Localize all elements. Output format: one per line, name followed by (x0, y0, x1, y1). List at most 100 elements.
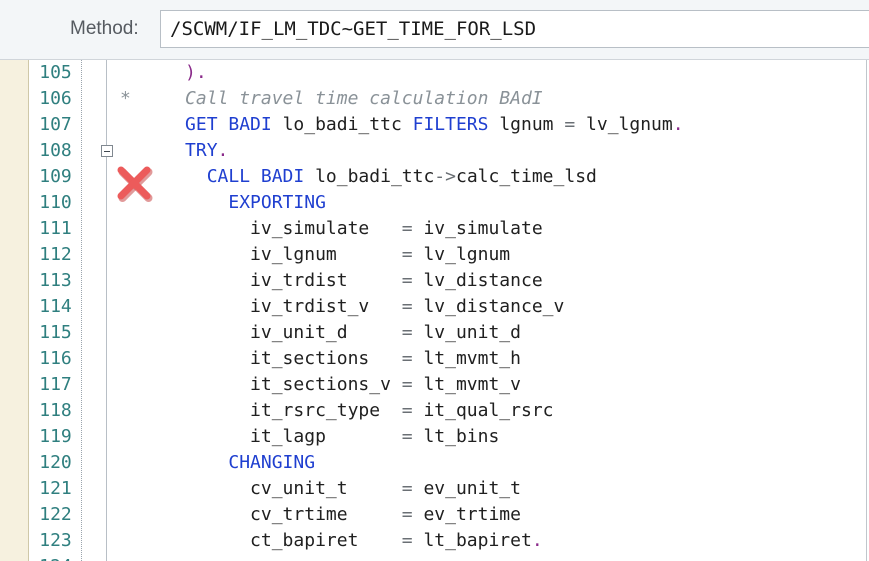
method-header: Method: /SCWM/IF_LM_TDC~GET_TIME_FOR_LSD (0, 0, 869, 60)
code-line[interactable]: 119 it_lagp = lt_bins (0, 424, 869, 450)
line-number: 119 (39, 426, 72, 447)
code-token: it_sections (120, 348, 402, 369)
code-token: = (401, 322, 413, 343)
code-text: it_sections_v = lt_mvmt_v (120, 372, 521, 398)
line-number: 122 (39, 504, 72, 525)
code-line[interactable]: 120 CHANGING (0, 450, 869, 476)
code-text: it_sections = lt_mvmt_h (120, 346, 521, 372)
code-line[interactable]: 122 cv_trtime = ev_trtime (0, 502, 869, 528)
line-number: 107 (39, 114, 72, 135)
code-line[interactable]: 114 iv_trdist_v = lv_distance_v (0, 294, 869, 320)
error-marker-icon (117, 166, 153, 202)
code-line[interactable]: 111 iv_simulate = iv_simulate (0, 216, 869, 242)
code-token: GET BADI (185, 114, 272, 135)
line-number: 110 (39, 192, 72, 213)
line-number: 111 (39, 218, 72, 239)
code-text: CALL BADI lo_badi_ttc->calc_time_lsd (120, 164, 597, 190)
code-token: it_rsrc_type (120, 400, 402, 421)
line-number: 116 (39, 348, 72, 369)
code-token: it_sections_v (120, 374, 402, 395)
code-token: it_lagp (120, 426, 402, 447)
code-token: lt_mvmt_h (412, 348, 521, 369)
code-line[interactable]: 113 iv_trdist = lv_distance (0, 268, 869, 294)
line-number: 109 (39, 166, 72, 187)
code-token: CHANGING (228, 452, 316, 473)
code-token: lt_bins (412, 426, 500, 447)
code-line[interactable]: 115 iv_unit_d = lv_unit_d (0, 320, 869, 346)
code-text: it_lagp = lt_bins (120, 424, 499, 450)
code-token: TRY (185, 140, 218, 161)
line-number: 117 (39, 374, 72, 395)
code-line[interactable]: 121 cv_unit_t = ev_unit_t (0, 476, 869, 502)
code-token: CALL BADI (206, 166, 305, 187)
code-token: = (401, 296, 413, 317)
code-line[interactable]: 118 it_rsrc_type = it_qual_rsrc (0, 398, 869, 424)
line-number: 115 (39, 322, 72, 343)
code-line[interactable]: 124 (0, 554, 869, 561)
code-text: it_rsrc_type = it_qual_rsrc (120, 398, 554, 424)
code-text: iv_trdist_v = lv_distance_v (120, 294, 564, 320)
code-token: lv_lgnum (412, 244, 511, 265)
code-editor[interactable]: 105 ). 106 * Call travel time calculation … (0, 60, 869, 561)
code-line[interactable]: 112 iv_lgnum = lv_lgnum (0, 242, 869, 268)
line-number: 120 (39, 452, 72, 473)
code-token: . (672, 114, 684, 135)
code-line[interactable]: 107 GET BADI lo_badi_ttc FILTERS lgnum =… (0, 112, 869, 138)
code-token: = (401, 478, 413, 499)
code-token: iv_simulate (412, 218, 543, 239)
code-token: iv_simulate (120, 218, 402, 239)
code-token: it_qual_rsrc (412, 400, 554, 421)
method-label: Method: (70, 18, 139, 39)
line-number: 118 (39, 400, 72, 421)
code-token: = (401, 426, 413, 447)
code-text: ct_bapiret = lt_bapiret. (120, 528, 543, 554)
code-token: = (401, 348, 413, 369)
code-text: CHANGING (120, 450, 315, 476)
code-token: -> (434, 166, 456, 187)
code-token: ). (185, 62, 207, 83)
code-line[interactable]: 105 ). (0, 60, 869, 86)
code-token: cv_trtime (120, 504, 402, 525)
line-number: 121 (39, 478, 72, 499)
line-number: 113 (39, 270, 72, 291)
line-number: 124 (29, 554, 82, 561)
code-text: iv_lgnum = lv_lgnum (120, 242, 510, 268)
code-token: ev_unit_t (412, 478, 521, 499)
code-token: lt_mvmt_v (412, 374, 521, 395)
line-number: 112 (39, 244, 72, 265)
code-line[interactable]: 123 ct_bapiret = lt_bapiret. (0, 528, 869, 554)
collapse-icon[interactable] (101, 145, 113, 157)
method-field[interactable]: /SCWM/IF_LM_TDC~GET_TIME_FOR_LSD (160, 10, 869, 48)
code-text: iv_trdist = lv_distance (120, 268, 543, 294)
code-token: lv_distance_v (412, 296, 565, 317)
code-line[interactable]: 117 it_sections_v = lt_mvmt_v (0, 372, 869, 398)
code-text: iv_unit_d = lv_unit_d (120, 320, 521, 346)
code-token: . (531, 530, 543, 551)
code-token: = (401, 244, 413, 265)
code-token: lv_distance (412, 270, 543, 291)
code-text: GET BADI lo_badi_ttc FILTERS lgnum = lv_… (120, 112, 684, 138)
code-token: = (401, 374, 413, 395)
code-token: * Call travel time calculation BAdI (120, 88, 543, 109)
code-text: cv_trtime = ev_trtime (120, 502, 521, 528)
code-token: lt_bapiret (412, 530, 532, 551)
code-token: lo_badi_ttc (304, 166, 435, 187)
code-line[interactable]: 106 * Call travel time calculation BAdI (0, 86, 869, 112)
code-token: = (564, 114, 576, 135)
line-number: 123 (39, 530, 72, 551)
code-token: FILTERS (412, 114, 489, 135)
code-token: lo_badi_ttc (271, 114, 413, 135)
code-text: iv_simulate = iv_simulate (120, 216, 543, 242)
code-line[interactable]: 116 it_sections = lt_mvmt_h (0, 346, 869, 372)
code-text: ). (120, 60, 207, 86)
code-text: cv_unit_t = ev_unit_t (120, 476, 521, 502)
code-token: iv_trdist (120, 270, 402, 291)
code-token: ct_bapiret (120, 530, 402, 551)
code-token: . (217, 140, 229, 161)
code-token: lgnum (488, 114, 565, 135)
code-token: calc_time_lsd (455, 166, 597, 187)
code-token: = (401, 530, 413, 551)
